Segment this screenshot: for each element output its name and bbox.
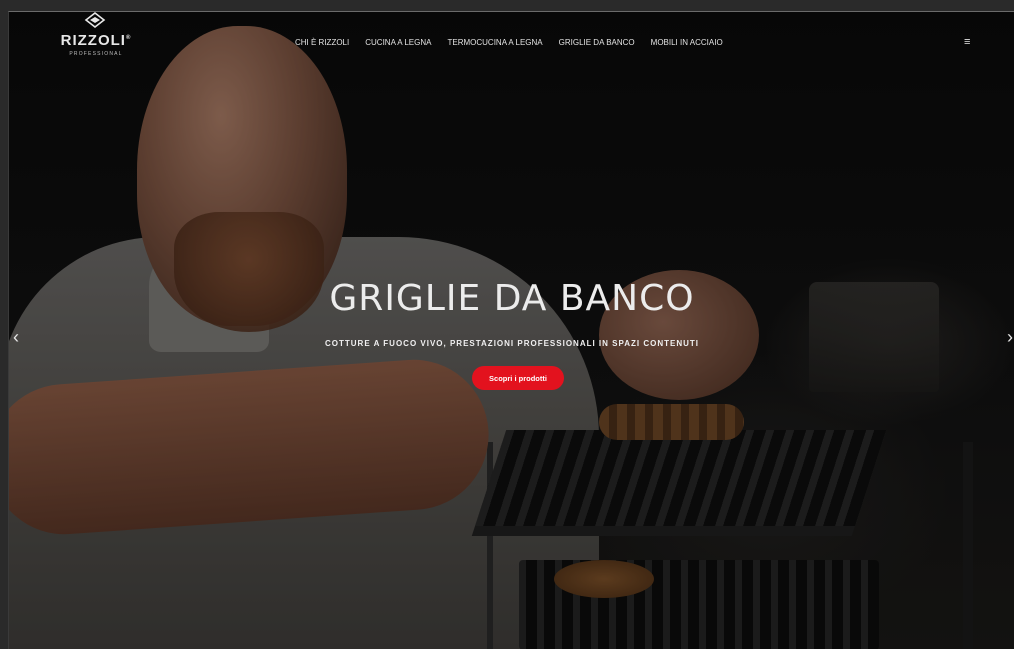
brand-tagline: PROFESSIONAL: [69, 51, 123, 57]
nav-item-griglie-da-banco[interactable]: GRIGLIE DA BANCO: [559, 38, 635, 47]
brand-name: RIZZOLI®: [60, 32, 132, 49]
hero-title: GRIGLIE DA BANCO: [329, 278, 695, 319]
discover-products-button[interactable]: Scopri i prodotti: [472, 366, 564, 390]
nav-item-chi-e-rizzoli[interactable]: CHI È RIZZOLI: [295, 38, 349, 47]
nav-item-cucina-a-legna[interactable]: CUCINA A LEGNA: [365, 38, 431, 47]
site-header: RIZZOLI® PROFESSIONAL CHI È RIZZOLI CUCI…: [9, 12, 1014, 68]
hero-subtitle: COTTURE A FUOCO VIVO, PRESTAZIONI PROFES…: [324, 339, 699, 348]
main-nav: CHI È RIZZOLI CUCINA A LEGNA TERMOCUCINA…: [295, 38, 723, 47]
hero-overlay: [9, 12, 1014, 649]
nav-item-termocucina-a-legna[interactable]: TERMOCUCINA A LEGNA: [447, 38, 542, 47]
hamburger-icon[interactable]: ≡: [964, 37, 970, 48]
brand-logo[interactable]: RIZZOLI® PROFESSIONAL: [56, 12, 136, 60]
nav-item-mobili-in-acciaio[interactable]: MOBILI IN ACCIAIO: [651, 38, 723, 47]
logo-mark-icon: [84, 12, 106, 28]
hero-background-photo: [9, 12, 1014, 649]
page-frame: RIZZOLI® PROFESSIONAL CHI È RIZZOLI CUCI…: [8, 11, 1014, 649]
